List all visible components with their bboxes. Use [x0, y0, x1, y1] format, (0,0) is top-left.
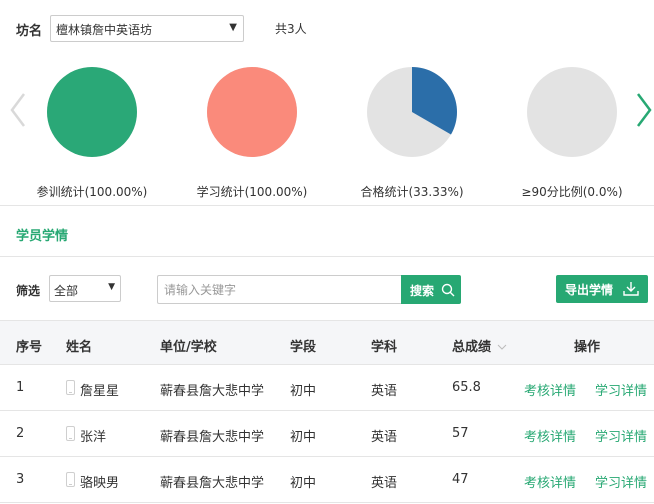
cell-name: 詹星星: [80, 384, 120, 399]
cell-no: 1: [16, 380, 25, 395]
stats-carousel: 参训统计(100.00%) 学习统计(100.00%) 合格统计(33.33%)…: [0, 58, 654, 206]
col-header-score[interactable]: 总成绩: [452, 336, 507, 355]
search-icon: [441, 283, 455, 297]
download-icon: [623, 282, 639, 296]
chevron-down-icon: ▼: [229, 22, 237, 33]
table-header: 序号 姓名 单位/学校 学段 学科 总成绩 操作: [0, 320, 654, 365]
cell-no: 3: [16, 472, 25, 487]
pie-study: 学习统计(100.00%): [182, 66, 322, 199]
exam-detail-link[interactable]: 考核详情: [524, 472, 576, 491]
table-row: 1 詹星星 蕲春县詹大悲中学 初中 英语 65.8 考核详情 学习详情: [0, 365, 654, 411]
top-filter-bar: 坊名 檀林镇詹中英语坊 ▼ 共3人: [0, 0, 654, 58]
pie-chart: [207, 67, 297, 157]
pie-ninety: ≥90分比例(0.0%): [502, 66, 642, 199]
cell-school: 蕲春县詹大悲中学: [160, 430, 265, 445]
col-header-score-label: 总成绩: [452, 340, 492, 355]
col-header-no: 序号: [16, 340, 43, 355]
export-button-label: 导出学情: [565, 283, 614, 297]
pie-slice: [207, 67, 297, 157]
search-button-label: 搜索: [410, 284, 435, 298]
pie-chart: [367, 67, 457, 157]
cell-stage: 初中: [290, 430, 317, 445]
phone-icon: [66, 380, 75, 395]
cell-subject: 英语: [371, 384, 398, 399]
pie-slice: [47, 67, 137, 157]
pie-caption: 合格统计(33.33%): [360, 185, 464, 199]
phone-icon: [66, 472, 75, 487]
cell-stage: 初中: [290, 384, 317, 399]
search-input[interactable]: [157, 275, 402, 304]
pie-caption: 学习统计(100.00%): [196, 185, 308, 199]
pie-chart: [47, 67, 137, 157]
chevron-down-icon: ▼: [108, 282, 115, 292]
carousel-next-button[interactable]: [632, 88, 654, 132]
cell-no: 2: [16, 426, 25, 441]
cell-subject: 英语: [371, 476, 398, 491]
cell-name: 张洋: [80, 430, 107, 445]
export-button[interactable]: 导出学情: [556, 275, 648, 303]
total-count: 共3人: [275, 22, 307, 36]
table-row: 3 骆映男 蕲春县詹大悲中学 初中 英语 47 考核详情 学习详情: [0, 457, 654, 503]
exam-detail-link[interactable]: 考核详情: [524, 380, 576, 399]
pie-caption: ≥90分比例(0.0%): [521, 185, 623, 199]
pie-chart: [527, 67, 617, 157]
pie-attendance: 参训统计(100.00%): [22, 66, 162, 199]
cell-score: 47: [452, 472, 469, 487]
cell-stage: 初中: [290, 476, 317, 491]
divider: [0, 256, 654, 257]
phone-icon: [66, 426, 75, 441]
pie-background: [527, 67, 617, 157]
exam-detail-link[interactable]: 考核详情: [524, 426, 576, 445]
col-header-subject: 学科: [371, 340, 398, 355]
col-header-school: 单位/学校: [160, 340, 217, 355]
table-row: 2 张洋 蕲春县詹大悲中学 初中 英语 57 考核详情 学习详情: [0, 411, 654, 457]
col-header-name: 姓名: [66, 340, 93, 355]
section-title: 学员学情: [16, 229, 69, 244]
search-button[interactable]: 搜索: [401, 275, 461, 304]
cell-score: 57: [452, 426, 469, 441]
study-detail-link[interactable]: 学习详情: [595, 426, 647, 445]
study-detail-link[interactable]: 学习详情: [595, 380, 647, 399]
cell-score: 65.8: [452, 380, 481, 395]
chevron-right-icon: [637, 93, 652, 127]
filter-select-value: 全部: [54, 284, 79, 298]
sort-caret-icon: [497, 344, 506, 350]
col-header-stage: 学段: [290, 340, 317, 355]
filter-label: 筛选: [16, 284, 41, 298]
workshop-label: 坊名: [16, 24, 43, 39]
workshop-select[interactable]: 檀林镇詹中英语坊 ▼: [50, 15, 244, 42]
filter-select[interactable]: 全部 ▼: [49, 275, 121, 302]
cell-name: 骆映男: [80, 476, 120, 491]
pie-caption: 参训统计(100.00%): [36, 185, 148, 199]
workshop-select-value: 檀林镇詹中英语坊: [56, 23, 153, 37]
cell-subject: 英语: [371, 430, 398, 445]
col-header-action: 操作: [574, 340, 601, 355]
cell-school: 蕲春县詹大悲中学: [160, 476, 265, 491]
study-detail-link[interactable]: 学习详情: [595, 472, 647, 491]
pie-pass: 合格统计(33.33%): [342, 66, 482, 199]
cell-school: 蕲春县詹大悲中学: [160, 384, 265, 399]
